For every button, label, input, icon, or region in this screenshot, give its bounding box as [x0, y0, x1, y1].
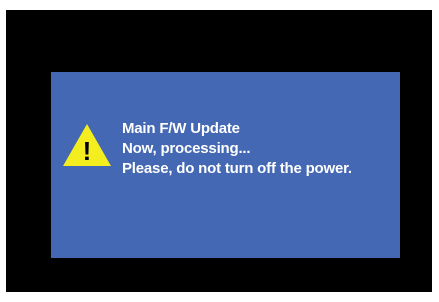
message-block: Main F/W Update Now, processing... Pleas… — [122, 119, 398, 179]
firmware-update-dialog: ! Main F/W Update Now, processing... Ple… — [51, 72, 400, 258]
warning-exclamation: ! — [83, 136, 92, 166]
warning-triangle-icon: ! — [62, 123, 112, 167]
device-screen: ! Main F/W Update Now, processing... Ple… — [6, 10, 432, 292]
dialog-title: Main F/W Update — [122, 120, 240, 137]
power-warning-message: Please, do not turn off the power. — [122, 160, 352, 177]
status-message: Now, processing... — [122, 140, 251, 157]
